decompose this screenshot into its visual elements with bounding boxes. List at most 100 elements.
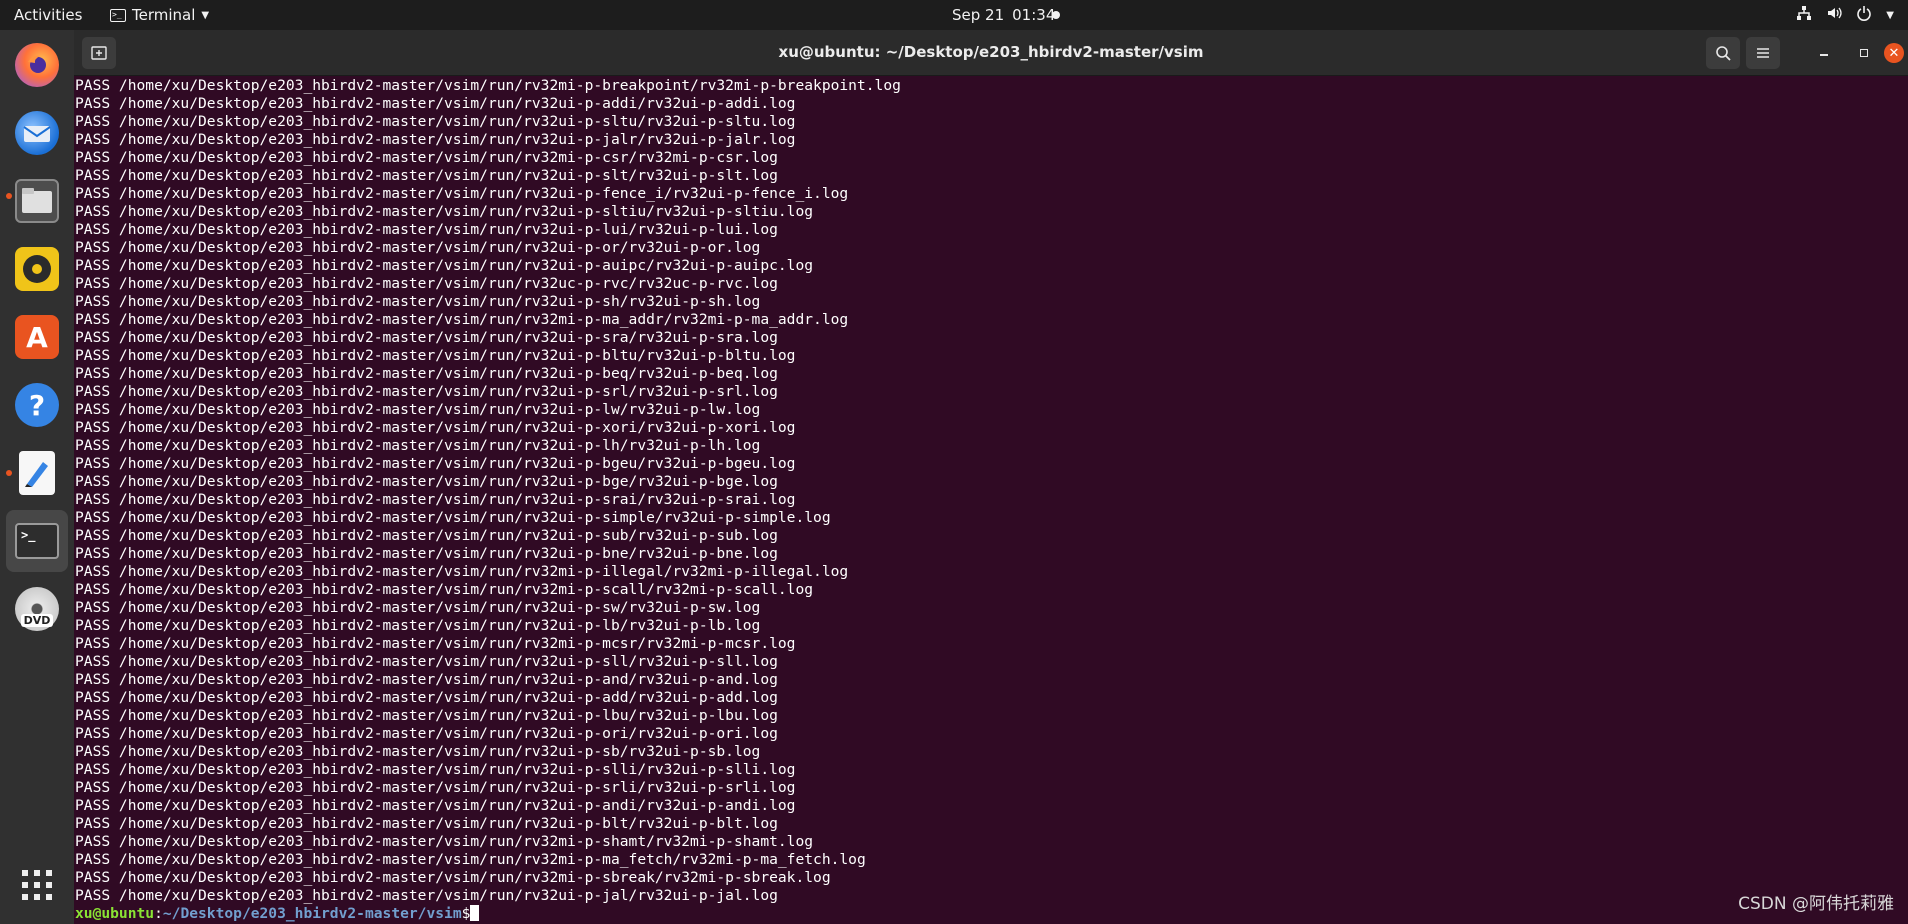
terminal-line: PASS /home/xu/Desktop/e203_hbirdv2-maste… <box>75 581 814 598</box>
terminal-line: PASS /home/xu/Desktop/e203_hbirdv2-maste… <box>75 689 778 706</box>
terminal-line: PASS /home/xu/Desktop/e203_hbirdv2-maste… <box>75 365 778 382</box>
chevron-down-icon: ▼ <box>201 9 210 21</box>
dock-item-files[interactable] <box>6 170 68 232</box>
terminal-line: PASS /home/xu/Desktop/e203_hbirdv2-maste… <box>75 383 778 400</box>
terminal-line: PASS /home/xu/Desktop/e203_hbirdv2-maste… <box>75 203 814 220</box>
thunderbird-icon <box>15 111 59 155</box>
text-cursor <box>470 905 480 921</box>
terminal-line: PASS /home/xu/Desktop/e203_hbirdv2-maste… <box>75 239 761 256</box>
notification-dot <box>1052 11 1060 19</box>
terminal-line: PASS /home/xu/Desktop/e203_hbirdv2-maste… <box>75 599 761 616</box>
hamburger-menu-icon <box>1757 48 1769 58</box>
terminal-line: PASS /home/xu/Desktop/e203_hbirdv2-maste… <box>75 761 796 778</box>
terminal-icon: >_ <box>15 523 59 559</box>
terminal-output[interactable]: PASS /home/xu/Desktop/e203_hbirdv2-maste… <box>74 77 1908 924</box>
terminal-line: PASS /home/xu/Desktop/e203_hbirdv2-maste… <box>75 779 796 796</box>
terminal-line: PASS /home/xu/Desktop/e203_hbirdv2-maste… <box>75 491 796 508</box>
terminal-line: PASS /home/xu/Desktop/e203_hbirdv2-maste… <box>75 635 796 652</box>
terminal-line: PASS /home/xu/Desktop/e203_hbirdv2-maste… <box>75 311 849 328</box>
watermark: CSDN @阿伟托莉雅 <box>1738 894 1894 914</box>
terminal-line: PASS /home/xu/Desktop/e203_hbirdv2-maste… <box>75 869 831 886</box>
prompt-user: xu@ubuntu <box>75 905 155 922</box>
terminal-line: PASS /home/xu/Desktop/e203_hbirdv2-maste… <box>75 851 866 868</box>
terminal-line: PASS /home/xu/Desktop/e203_hbirdv2-maste… <box>75 653 778 670</box>
menu-button[interactable] <box>1746 37 1780 69</box>
dock-item-thunderbird[interactable] <box>6 102 68 164</box>
activities-button[interactable]: Activities <box>14 6 82 24</box>
dock: A ? >_ DVD <box>0 30 74 924</box>
terminal-line: PASS /home/xu/Desktop/e203_hbirdv2-maste… <box>75 95 796 112</box>
terminal-line: PASS /home/xu/Desktop/e203_hbirdv2-maste… <box>75 329 778 346</box>
help-icon: ? <box>15 383 59 427</box>
dock-item-firefox[interactable] <box>6 34 68 96</box>
clock-time: 01:34 <box>1012 6 1056 24</box>
search-icon <box>1716 46 1731 61</box>
dvd-icon: DVD <box>15 587 59 631</box>
maximize-button[interactable] <box>1854 43 1874 63</box>
search-button[interactable] <box>1706 37 1740 69</box>
terminal-icon-glyph: >_ <box>21 528 36 542</box>
terminal-line: PASS /home/xu/Desktop/e203_hbirdv2-maste… <box>75 545 778 562</box>
software-center-icon: A <box>15 315 59 359</box>
prompt-path: ~/Desktop/e203_hbirdv2-master/vsim <box>162 905 462 922</box>
terminal-line: PASS /home/xu/Desktop/e203_hbirdv2-maste… <box>75 401 761 418</box>
volume-icon <box>1826 5 1842 25</box>
app-menu[interactable]: >_ Terminal ▼ <box>110 6 209 24</box>
network-icon <box>1796 5 1812 25</box>
terminal-line: PASS /home/xu/Desktop/e203_hbirdv2-maste… <box>75 473 778 490</box>
restore-icon <box>1860 49 1868 57</box>
terminal-line: PASS /home/xu/Desktop/e203_hbirdv2-maste… <box>75 131 796 148</box>
rhythmbox-icon <box>15 247 59 291</box>
app-menu-label: Terminal <box>132 6 196 24</box>
terminal-line: PASS /home/xu/Desktop/e203_hbirdv2-maste… <box>75 725 778 742</box>
terminal-line: PASS /home/xu/Desktop/e203_hbirdv2-maste… <box>75 167 778 184</box>
terminal-line: PASS /home/xu/Desktop/e203_hbirdv2-maste… <box>75 347 796 364</box>
clock[interactable]: Sep 21 01:34 <box>952 6 1055 24</box>
terminal-line: PASS /home/xu/Desktop/e203_hbirdv2-maste… <box>75 113 796 130</box>
dock-item-text-editor[interactable] <box>6 442 68 504</box>
dock-item-dvd[interactable]: DVD <box>6 578 68 640</box>
terminal-line: PASS /home/xu/Desktop/e203_hbirdv2-maste… <box>75 509 831 526</box>
dock-item-software[interactable]: A <box>6 306 68 368</box>
dock-item-rhythmbox[interactable] <box>6 238 68 300</box>
files-icon <box>15 179 59 223</box>
terminal-line: PASS /home/xu/Desktop/e203_hbirdv2-maste… <box>75 797 796 814</box>
minimize-button[interactable] <box>1814 43 1834 63</box>
dock-item-app-grid[interactable] <box>6 856 68 918</box>
dock-item-help[interactable]: ? <box>6 374 68 436</box>
prompt-line[interactable]: xu@ubuntu:~/Desktop/e203_hbirdv2-master/… <box>75 905 1908 923</box>
power-icon <box>1856 5 1872 25</box>
top-bar: Activities >_ Terminal ▼ Sep 21 01:34 ▼ <box>0 0 1908 30</box>
terminal-line: PASS /home/xu/Desktop/e203_hbirdv2-maste… <box>75 563 849 580</box>
firefox-icon <box>15 43 59 87</box>
app-grid-icon <box>21 869 53 905</box>
prompt-separator: : <box>154 905 163 922</box>
text-editor-icon <box>19 451 55 495</box>
terminal-line: PASS /home/xu/Desktop/e203_hbirdv2-maste… <box>75 743 761 760</box>
terminal-line: PASS /home/xu/Desktop/e203_hbirdv2-maste… <box>75 185 849 202</box>
close-icon: ✕ <box>1888 45 1900 61</box>
minimize-icon <box>1820 54 1828 56</box>
dock-item-terminal[interactable]: >_ <box>6 510 68 572</box>
terminal-line: PASS /home/xu/Desktop/e203_hbirdv2-maste… <box>75 815 778 832</box>
title-bar[interactable]: xu@ubuntu: ~/Desktop/e203_hbirdv2-master… <box>74 30 1908 76</box>
system-tray[interactable]: ▼ <box>1796 5 1894 25</box>
terminal-line: PASS /home/xu/Desktop/e203_hbirdv2-maste… <box>75 77 901 94</box>
terminal-line: PASS /home/xu/Desktop/e203_hbirdv2-maste… <box>75 419 796 436</box>
terminal-small-icon: >_ <box>110 8 126 22</box>
terminal-line: PASS /home/xu/Desktop/e203_hbirdv2-maste… <box>75 275 778 292</box>
terminal-line: PASS /home/xu/Desktop/e203_hbirdv2-maste… <box>75 527 778 544</box>
terminal-line: PASS /home/xu/Desktop/e203_hbirdv2-maste… <box>75 671 778 688</box>
terminal-line: PASS /home/xu/Desktop/e203_hbirdv2-maste… <box>75 455 796 472</box>
terminal-line: PASS /home/xu/Desktop/e203_hbirdv2-maste… <box>75 707 778 724</box>
window-title: xu@ubuntu: ~/Desktop/e203_hbirdv2-master… <box>778 43 1204 61</box>
terminal-line: PASS /home/xu/Desktop/e203_hbirdv2-maste… <box>75 887 778 904</box>
terminal-line: PASS /home/xu/Desktop/e203_hbirdv2-maste… <box>75 221 778 238</box>
terminal-line: PASS /home/xu/Desktop/e203_hbirdv2-maste… <box>75 257 814 274</box>
close-button[interactable]: ✕ <box>1884 43 1904 63</box>
terminal-line: PASS /home/xu/Desktop/e203_hbirdv2-maste… <box>75 617 761 634</box>
chevron-down-icon: ▼ <box>1886 9 1894 21</box>
terminal-window: xu@ubuntu: ~/Desktop/e203_hbirdv2-master… <box>74 30 1908 924</box>
terminal-line: PASS /home/xu/Desktop/e203_hbirdv2-maste… <box>75 437 761 454</box>
terminal-line: PASS /home/xu/Desktop/e203_hbirdv2-maste… <box>75 833 814 850</box>
